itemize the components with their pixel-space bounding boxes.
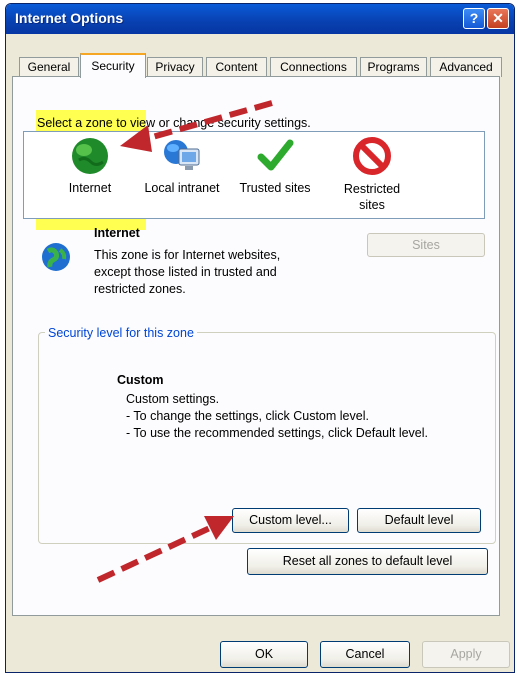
tab-security[interactable]: Security: [80, 53, 146, 78]
arrow-to-internet-zone: [120, 100, 273, 152]
annotation-arrows: [96, 100, 273, 583]
arrow-to-custom-level: [96, 516, 234, 583]
